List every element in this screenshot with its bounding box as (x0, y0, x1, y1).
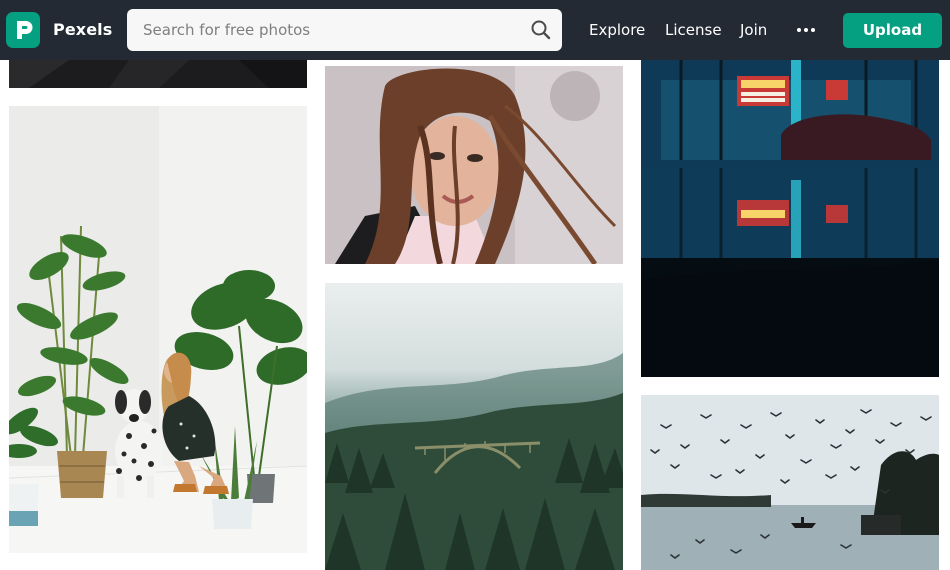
upload-button[interactable]: Upload (843, 13, 942, 48)
photo-tower-theater-reflection[interactable] (641, 60, 939, 377)
search-icon[interactable] (530, 19, 552, 41)
nav-join-link[interactable]: Join (740, 21, 767, 39)
nav-explore-link[interactable]: Explore (589, 21, 645, 39)
nav-license-link[interactable]: License (665, 21, 722, 39)
photo-birds-over-lake[interactable] (641, 395, 939, 570)
photo-foggy-forest-bridge[interactable] (325, 283, 623, 570)
search-input[interactable] (127, 9, 507, 51)
photo-woman-dalmatian-plants[interactable] (9, 106, 307, 553)
brand-name[interactable]: Pexels (53, 20, 112, 39)
pexels-logo-icon[interactable] (6, 12, 40, 48)
photo-dark-fabric[interactable] (9, 60, 307, 88)
search-box (127, 9, 562, 51)
ellipsis-icon[interactable] (796, 22, 816, 36)
photo-woman-windblown-hair[interactable] (325, 66, 623, 264)
top-navigation-bar: Pexels Explore License Join Upload (0, 0, 950, 60)
